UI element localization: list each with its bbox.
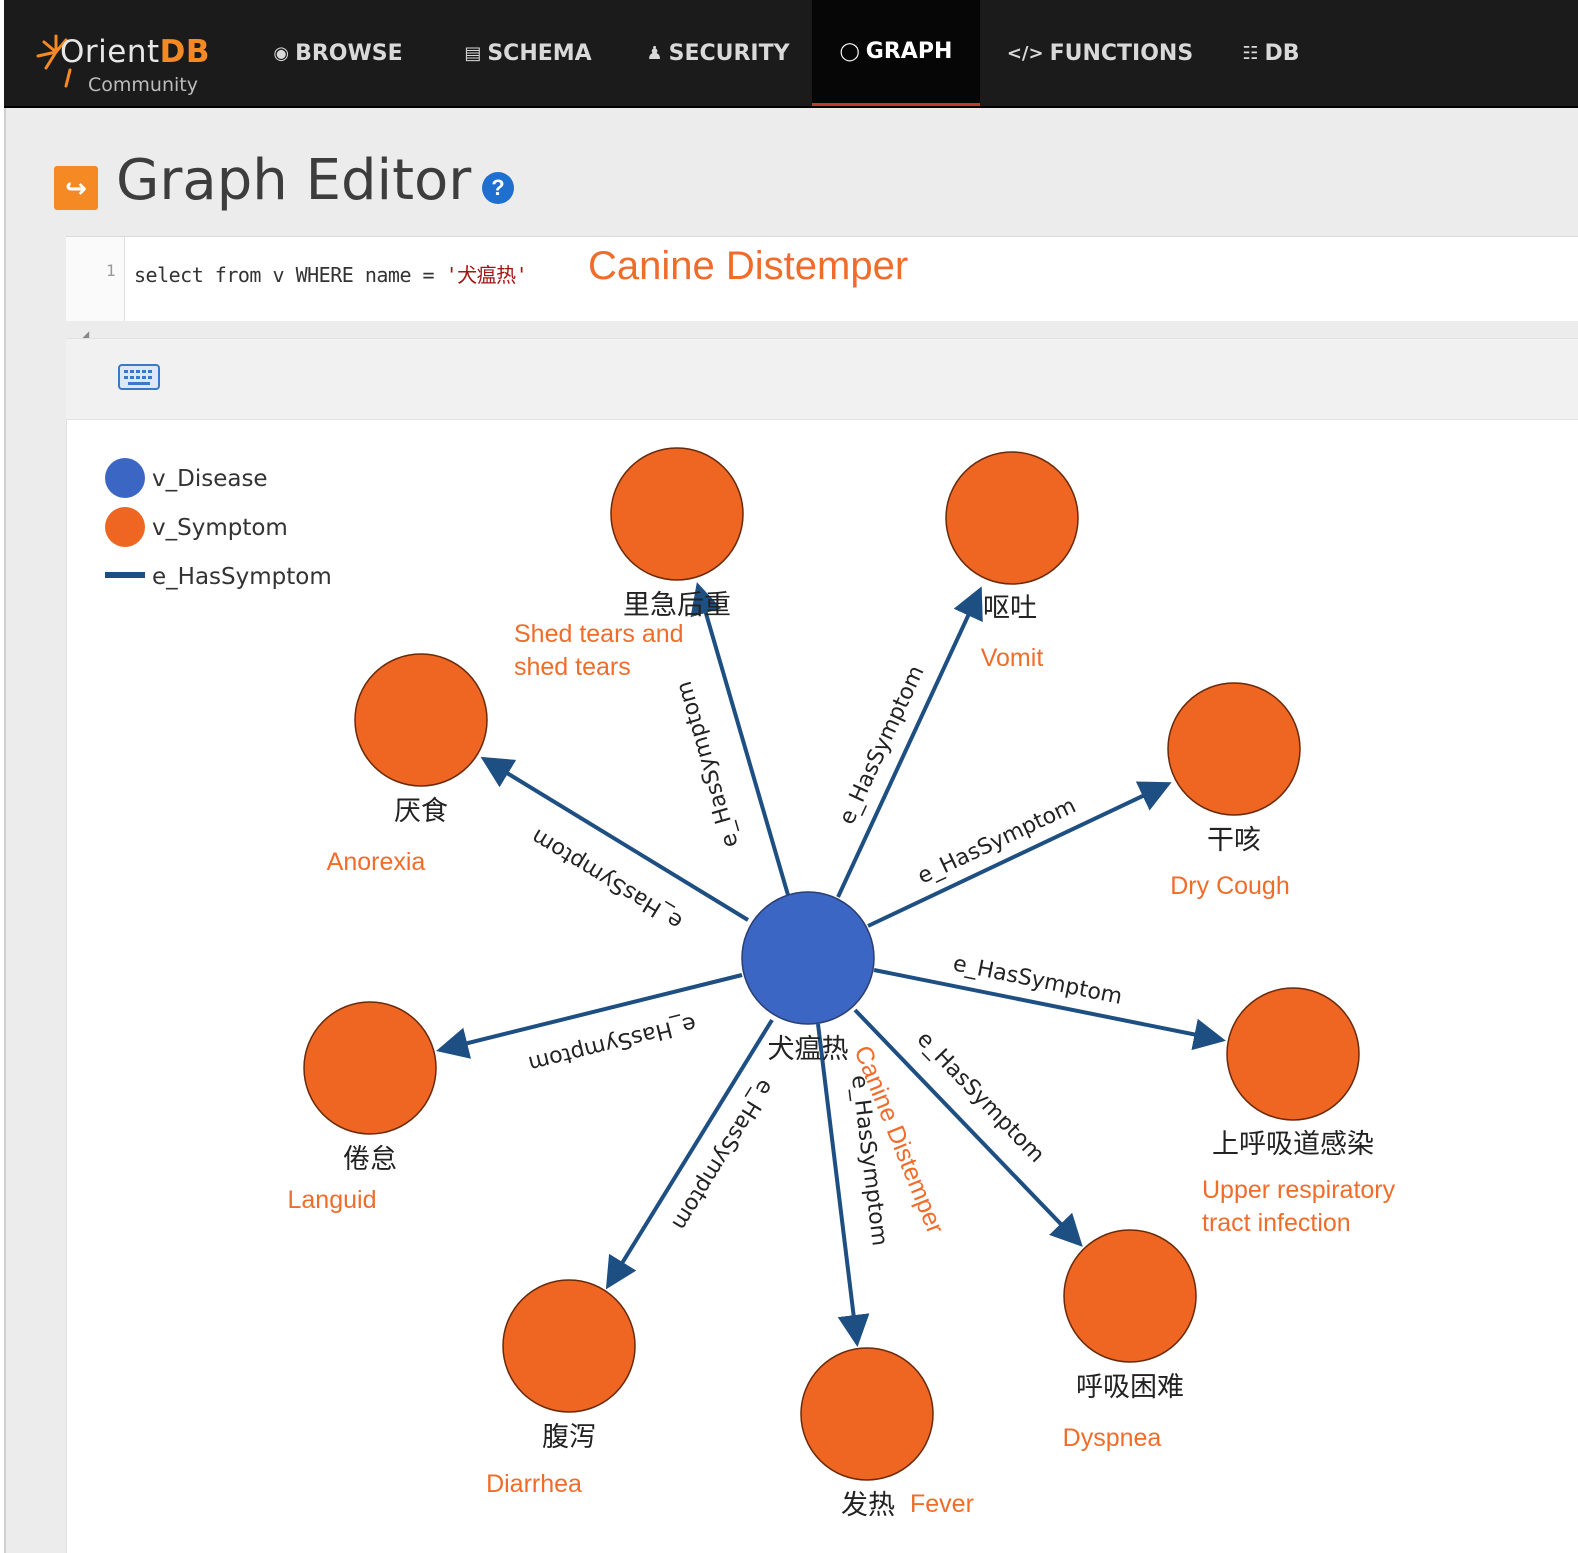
svg-text:呼吸困难: 呼吸困难 [1076,1372,1184,1403]
svg-text:Diarrhea: Diarrhea [486,1470,582,1498]
svg-text:干咳: 干咳 [1207,825,1261,856]
legend-disease-label: v_Disease [152,466,268,492]
svg-text:e_HasSymptom: e_HasSymptom [527,823,687,934]
node-anorexia[interactable]: 厌食 Anorexia [327,653,488,876]
svg-text:e_HasSymptom: e_HasSymptom [914,793,1080,889]
edge-diarrhea[interactable]: e_HasSymptom [605,1018,778,1290]
svg-text:Dyspnea: Dyspnea [1063,1424,1162,1452]
legend-symptom-label: v_Symptom [152,515,288,541]
svg-text:呕吐: 呕吐 [983,593,1037,624]
node-canine-distemper[interactable]: 犬瘟热 Canine Distemper [741,891,949,1238]
node-fever[interactable]: 发热 Fever [800,1347,974,1521]
svg-text:厌食: 厌食 [394,796,448,827]
svg-text:发热: 发热 [841,1490,895,1521]
svg-text:上呼吸道感染: 上呼吸道感染 [1212,1129,1374,1160]
svg-text:Shed tears and: Shed tears and [514,620,684,648]
svg-text:Vomit: Vomit [981,644,1044,672]
edge-dry-cough[interactable]: e_HasSymptom [867,781,1172,928]
legend-edge-swatch [105,572,145,578]
edge-languid[interactable]: e_HasSymptom [436,973,743,1076]
svg-text:Dry Cough: Dry Cough [1170,872,1290,900]
legend-edge-label: e_HasSymptom [152,564,332,590]
node-vomit[interactable]: 呕吐 Vomit [945,451,1079,672]
svg-text:Anorexia: Anorexia [327,848,426,876]
node-diarrhea[interactable]: 腹泻 Diarrhea [486,1279,636,1498]
legend-symptom-swatch [105,507,145,547]
svg-text:e_HasSymptom: e_HasSymptom [526,1010,699,1076]
svg-text:shed tears: shed tears [514,653,631,681]
legend-disease-swatch [105,458,145,498]
svg-text:倦怠: 倦怠 [343,1144,397,1175]
node-shed-tears[interactable]: 里急后重 Shed tears and shed tears [514,447,744,681]
svg-text:e_HasSymptom: e_HasSymptom [912,1027,1049,1168]
edge-shed-tears[interactable]: e_HasSymptom [672,582,790,896]
edge-upper-respiratory[interactable]: e_HasSymptom [873,951,1226,1051]
svg-text:Languid: Languid [288,1186,377,1214]
svg-text:Upper respiratory: Upper respiratory [1202,1176,1396,1204]
svg-text:Fever: Fever [910,1490,974,1518]
node-dyspnea[interactable]: 呼吸困难 Dyspnea [1063,1229,1197,1452]
svg-text:tract infection: tract infection [1202,1209,1351,1237]
node-upper-respiratory[interactable]: 上呼吸道感染 Upper respiratory tract infection [1202,987,1396,1237]
svg-text:腹泻: 腹泻 [542,1422,596,1453]
svg-text:里急后重: 里急后重 [623,590,731,621]
node-dry-cough[interactable]: 干咳 Dry Cough [1167,682,1301,900]
graph-legend: v_Disease v_Symptom e_HasSymptom [105,458,332,590]
graph-view: v_Disease v_Symptom e_HasSymptom e_HasSy… [105,447,1396,1521]
svg-text:犬瘟热: 犬瘟热 [768,1034,849,1065]
node-languid[interactable]: 倦怠 Languid [288,1001,437,1214]
